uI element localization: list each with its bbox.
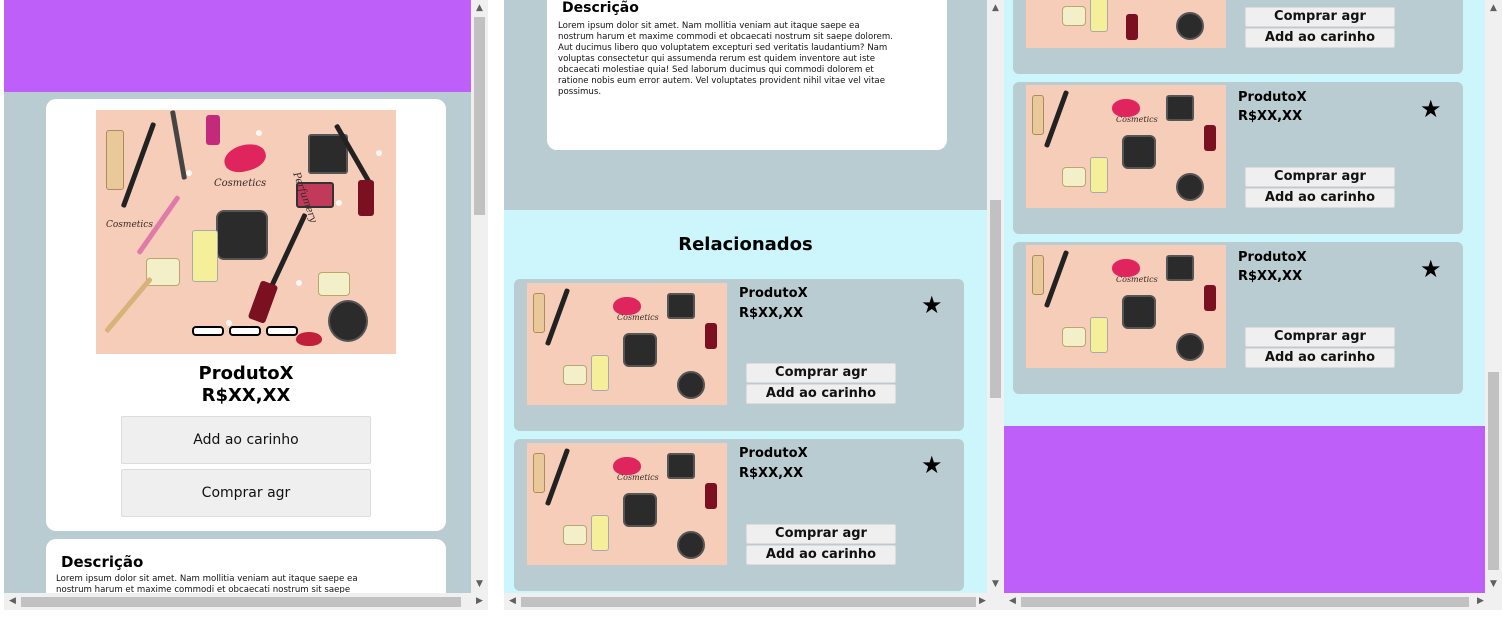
related-add-to-cart-button[interactable]: Add ao carinho [746,384,896,404]
pane3-horizontal-scrollbar[interactable]: ◀ ▶ [1004,593,1502,610]
pane3-vertical-scrollbar[interactable]: ▲ ▼ [1485,0,1502,593]
related-item-card-2[interactable]: Cosmetics ProdutoX R$XX,XX ★ Comprar agr… [514,439,964,591]
pane-desktop-content: Comprar agr Add ao carinho Cosmetics Pro… [1004,0,1502,610]
carousel-dot-1[interactable] [192,326,224,336]
related-product-price: R$XX,XX [739,306,804,321]
related-product-name: ProdutoX [1238,90,1307,105]
scroll-right-icon[interactable]: ▶ [974,593,991,610]
related-item-card-3[interactable]: Cosmetics ProdutoX R$XX,XX ★ Comprar agr… [1013,82,1463,234]
pane-tablet-related: Descrição Lorem ipsum dolor sit amet. Na… [504,0,1004,610]
related-add-to-cart-button[interactable]: Add ao carinho [746,545,896,565]
scroll-up-icon[interactable]: ▲ [987,0,1004,17]
related-product-price: R$XX,XX [1238,269,1303,284]
carousel-dot-3[interactable] [266,326,298,336]
pane-desktop-related: Comprar agr Add ao carinho Cosmetics Pro… [1004,0,1502,610]
description-title: Descrição [61,553,144,571]
product-price: R$XX,XX [201,385,291,406]
related-product-name: ProdutoX [739,286,808,301]
scroll-down-icon[interactable]: ▼ [1485,576,1502,593]
pane2-vertical-scrollbar[interactable]: ▲ ▼ [987,0,1004,593]
star-icon[interactable]: ★ [921,293,943,317]
scroll-left-icon[interactable]: ◀ [504,593,521,610]
star-icon[interactable]: ★ [921,453,943,477]
related-product-price: R$XX,XX [739,466,804,481]
related-product-image[interactable]: Cosmetics [527,443,727,565]
related-item-card-1[interactable]: Cosmetics ProdutoX R$XX,XX ★ Comprar agr… [514,279,964,431]
related-buy-now-button[interactable]: Comprar agr [1245,327,1395,347]
scroll-left-icon[interactable]: ◀ [1004,593,1021,610]
scroll-up-icon[interactable]: ▲ [471,0,488,17]
description-card-2: Descrição Lorem ipsum dolor sit amet. Na… [547,0,947,150]
scroll-right-icon[interactable]: ▶ [1472,593,1489,610]
related-product-name: ProdutoX [1238,250,1307,265]
scroll-up-icon[interactable]: ▲ [1485,0,1502,17]
related-buy-now-button[interactable]: Comprar agr [746,363,896,383]
pane-mobile-content: Cosmetics Cosmetics Perfumery ProdutoX R… [4,0,488,610]
pane1-vscroll-thumb[interactable] [474,17,485,215]
related-product-price: R$XX,XX [1238,109,1303,124]
related-item-card-0[interactable]: Comprar agr Add ao carinho [1013,0,1463,74]
add-to-cart-button[interactable]: Add ao carinho [121,416,371,464]
pane-divider-1[interactable] [488,0,504,610]
pane1-vertical-scrollbar[interactable]: ▲ ▼ [471,0,488,593]
related-product-image[interactable]: Cosmetics [1026,85,1226,208]
window-bottom-edge [0,610,1502,620]
related-buy-now-button[interactable]: Comprar agr [1245,7,1395,27]
pane2-hscroll-thumb[interactable] [521,597,976,607]
description-title-2: Descrição [562,0,639,16]
scroll-left-icon[interactable]: ◀ [4,593,21,610]
header-banner [4,0,488,92]
related-product-image[interactable]: Cosmetics [1026,245,1226,368]
pane3-hscroll-thumb[interactable] [1021,597,1469,607]
scroll-down-icon[interactable]: ▼ [987,576,1004,593]
pane1-hscroll-thumb[interactable] [21,597,461,607]
pane2-horizontal-scrollbar[interactable]: ◀ ▶ [504,593,1004,610]
product-name: ProdutoX [198,363,294,384]
related-title: Relacionados [678,234,813,255]
related-add-to-cart-button[interactable]: Add ao carinho [1245,28,1395,48]
related-add-to-cart-button[interactable]: Add ao carinho [1245,188,1395,208]
pane2-vscroll-thumb[interactable] [990,200,1001,398]
related-add-to-cart-button[interactable]: Add ao carinho [1245,348,1395,368]
pane-tablet-content: Descrição Lorem ipsum dolor sit amet. Na… [504,0,1004,610]
description-text-2: Lorem ipsum dolor sit amet. Nam mollitia… [558,21,893,97]
star-icon[interactable]: ★ [1420,97,1442,121]
product-image: Cosmetics Cosmetics Perfumery [96,110,396,354]
scroll-right-icon[interactable]: ▶ [471,593,488,610]
footer-banner [1004,426,1487,610]
related-section: Relacionados Cosmetics ProdutoX R$XX,XX … [504,210,987,610]
buy-now-button[interactable]: Comprar agr [121,469,371,517]
star-icon[interactable]: ★ [1420,257,1442,281]
pane3-vscroll-thumb[interactable] [1488,372,1499,570]
related-product-image[interactable] [1026,0,1226,48]
scroll-down-icon[interactable]: ▼ [471,576,488,593]
product-card: Cosmetics Cosmetics Perfumery ProdutoX R… [46,99,446,531]
related-product-name: ProdutoX [739,446,808,461]
related-buy-now-button[interactable]: Comprar agr [1245,167,1395,187]
pane-mobile-product: Cosmetics Cosmetics Perfumery ProdutoX R… [4,0,488,610]
pane1-horizontal-scrollbar[interactable]: ◀ ▶ [4,593,488,610]
related-item-card-4[interactable]: Cosmetics ProdutoX R$XX,XX ★ Comprar agr… [1013,242,1463,394]
related-product-image[interactable]: Cosmetics [527,283,727,405]
related-buy-now-button[interactable]: Comprar agr [746,524,896,544]
carousel-dot-2[interactable] [229,326,261,336]
